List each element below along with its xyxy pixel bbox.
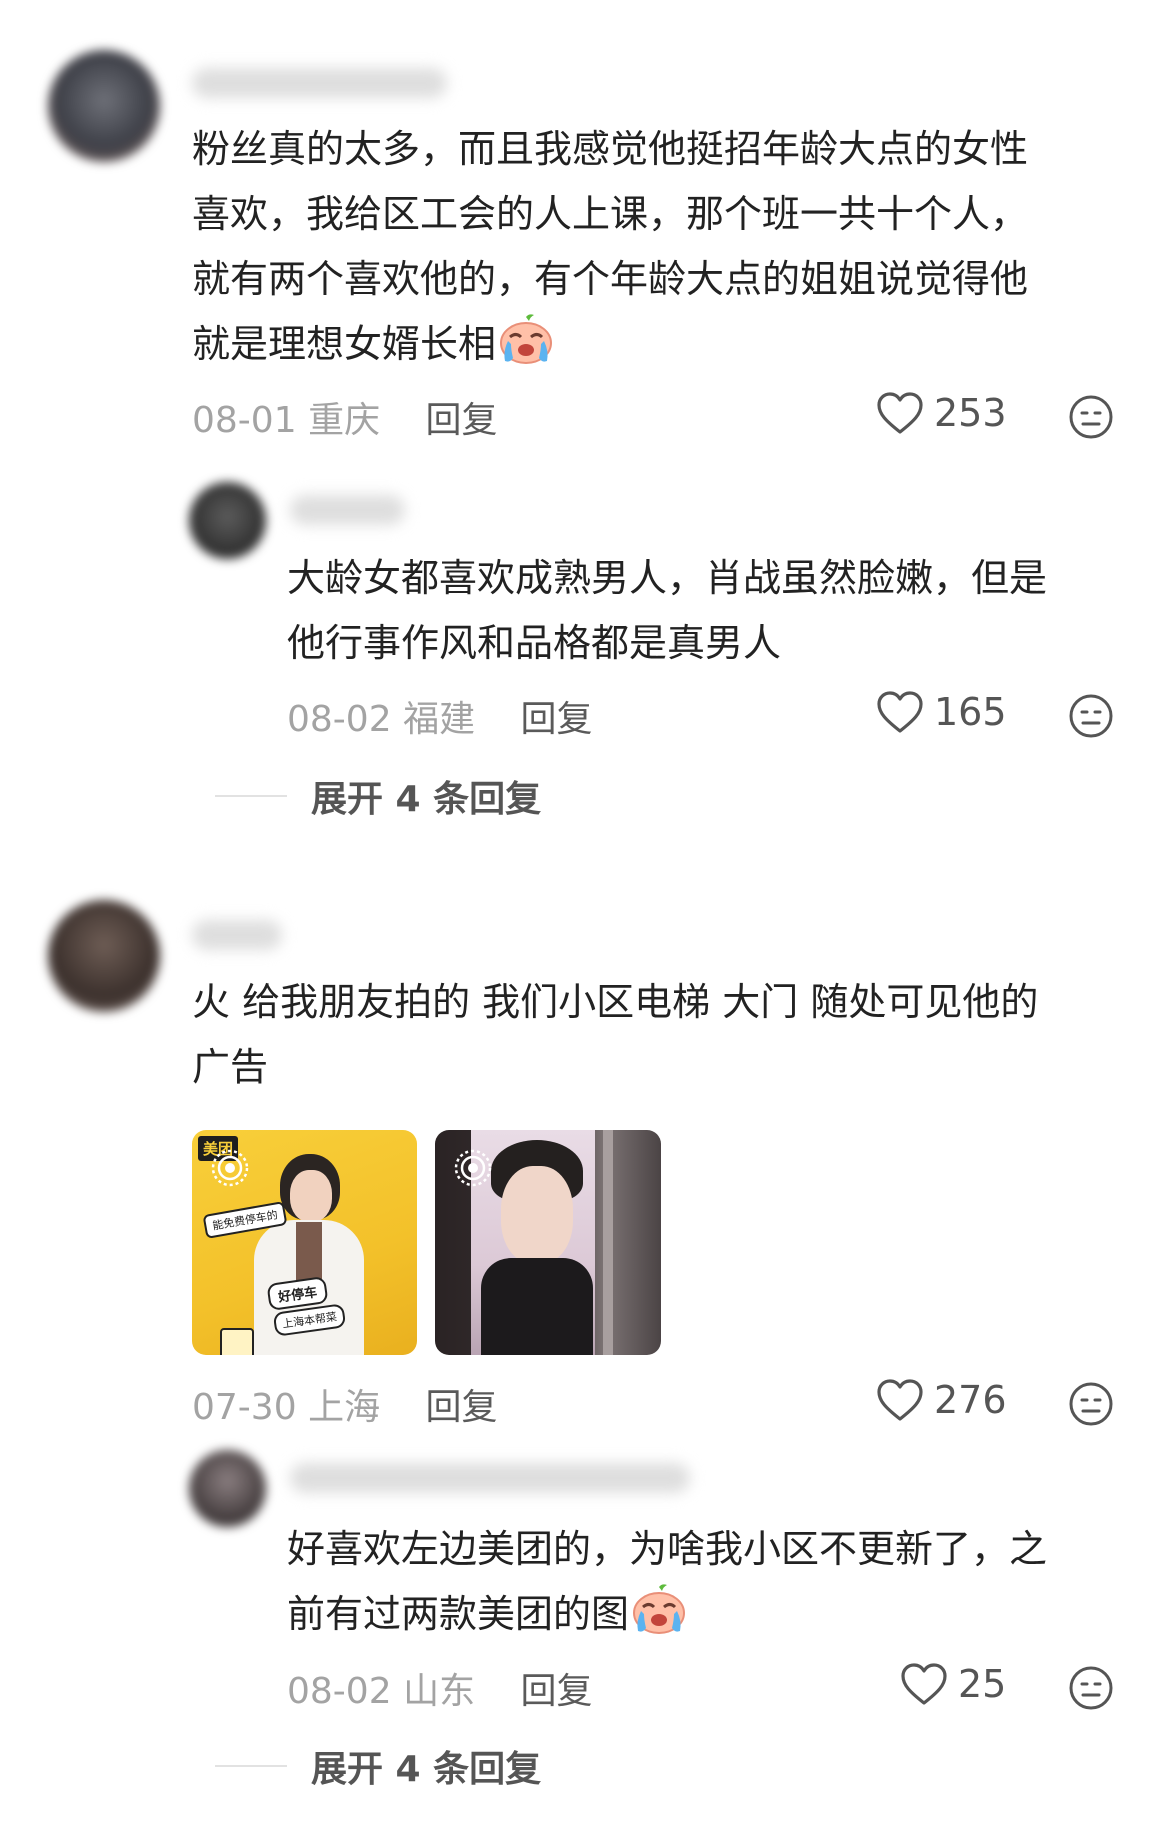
replier-username[interactable] [290, 1463, 690, 1493]
expand-replies-button[interactable]: 展开 4 条回复 [215, 1740, 541, 1792]
heart-outline-icon [877, 1379, 923, 1421]
like-count: 25 [958, 1662, 1007, 1706]
comment-text-line: 粉丝真的太多，而且我感觉他挺招年龄大点的女性 [192, 127, 1029, 171]
reply-body: 大龄女都喜欢成熟男人，肖战虽然脸嫩，但是 他行事作风和品格都是真男人 [287, 546, 1047, 676]
live-photo-icon [454, 1149, 492, 1187]
reply-location: 福建 [403, 699, 476, 740]
comment-image[interactable]: 美团 能免费停车的 好停车 上海本帮菜 [192, 1130, 417, 1355]
comment-text-line: 就是理想女婿长相 [192, 312, 1028, 385]
expand-replies-label: 展开 4 条回复 [311, 1749, 542, 1790]
neutral-face-icon[interactable] [1068, 693, 1114, 739]
screen-person-face [501, 1166, 573, 1264]
live-photo-icon [211, 1149, 249, 1187]
comment-date: 07-30 [192, 1387, 297, 1428]
reply-text-line: 好喜欢左边美团的，为啥我小区不更新了，之 [287, 1527, 1048, 1571]
neutral-face-icon[interactable] [1068, 1381, 1114, 1427]
poster-person-face [290, 1170, 332, 1222]
screen-person-suit [481, 1258, 593, 1355]
comment-body: 粉丝真的太多，而且我感觉他挺招年龄大点的女性 喜欢，我给区工会的人上课，那个班一… [192, 117, 1028, 385]
comment-location: 重庆 [308, 400, 381, 441]
like-button[interactable]: 253 [876, 391, 1007, 435]
reply-text-line: 大龄女都喜欢成熟男人，肖战虽然脸嫩，但是 [287, 556, 1048, 600]
like-button[interactable]: 165 [876, 690, 1007, 734]
commenter-username[interactable] [192, 68, 447, 98]
comment-meta: 08-01 重庆 回复 [192, 391, 498, 443]
like-count: 165 [934, 690, 1007, 734]
comment-image[interactable] [435, 1130, 661, 1355]
reply-meta: 08-02 福建 回复 [287, 690, 593, 742]
comment-text-line: 喜欢，我给区工会的人上课，那个班一共十个人， [192, 192, 1029, 236]
reply-text-line: 前有过两款美团的图 [287, 1582, 1047, 1655]
crying-face-emoji [631, 1583, 687, 1655]
reply-button[interactable]: 回复 [521, 1671, 593, 1712]
reply-button[interactable]: 回复 [521, 699, 593, 740]
heart-outline-icon [877, 691, 923, 733]
commenter-avatar[interactable] [48, 900, 160, 1012]
reply-button[interactable]: 回复 [426, 1387, 498, 1428]
like-button[interactable]: 276 [876, 1378, 1007, 1422]
replier-avatar[interactable] [189, 1450, 266, 1527]
reply-meta: 08-02 山东 回复 [287, 1662, 593, 1714]
comment-body: 火 给我朋友拍的 我们小区电梯 大门 随处可见他的 广告 [192, 970, 1038, 1100]
replier-username[interactable] [290, 495, 405, 525]
divider-line [215, 795, 287, 797]
like-count: 253 [934, 391, 1007, 435]
reply-date: 08-02 [287, 1671, 392, 1712]
commenter-avatar[interactable] [48, 50, 160, 162]
commenter-username[interactable] [192, 920, 282, 950]
comment-meta: 07-30 上海 回复 [192, 1378, 498, 1430]
comment-text-line: 火 给我朋友拍的 我们小区电梯 大门 随处可见他的 [192, 980, 1039, 1024]
divider-line [215, 1765, 287, 1767]
reply-date: 08-02 [287, 699, 392, 740]
comment-location: 上海 [308, 1387, 381, 1428]
comment-text-line: 就有两个喜欢他的，有个年龄大点的姐姐说觉得他 [192, 257, 1029, 301]
comment-date: 08-01 [192, 400, 297, 441]
expand-replies-button[interactable]: 展开 4 条回复 [215, 770, 541, 822]
neutral-face-icon[interactable] [1068, 1665, 1114, 1711]
reply-location: 山东 [403, 1671, 476, 1712]
reply-body: 好喜欢左边美团的，为啥我小区不更新了，之 前有过两款美团的图 [287, 1517, 1047, 1655]
heart-outline-icon [877, 392, 923, 434]
reply-button[interactable]: 回复 [426, 400, 498, 441]
elevator-door-edge [603, 1130, 613, 1355]
like-count: 276 [934, 1378, 1007, 1422]
crying-face-emoji [498, 313, 554, 385]
reply-text-line: 他行事作风和品格都是真男人 [287, 621, 782, 665]
comment-text-line: 广告 [192, 1045, 269, 1089]
replier-avatar[interactable] [189, 482, 266, 559]
poster-bottom-card [220, 1328, 254, 1355]
heart-outline-icon [901, 1663, 947, 1705]
like-button[interactable]: 25 [900, 1662, 1006, 1706]
expand-replies-label: 展开 4 条回复 [311, 779, 542, 820]
neutral-face-icon[interactable] [1068, 394, 1114, 440]
